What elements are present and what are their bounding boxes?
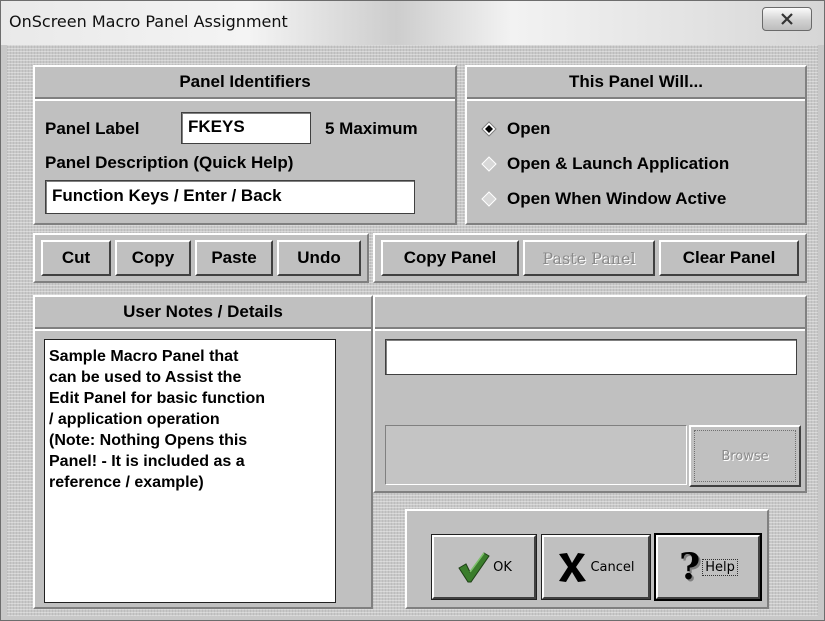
dialog-body: Panel Identifiers Panel Label FKEYS 5 Ma… xyxy=(7,45,818,616)
panel-description-input[interactable]: Function Keys / Enter / Back xyxy=(45,180,415,214)
notes-line: / application operation xyxy=(49,411,220,428)
panel-behavior-group: This Panel Will... Open Open & Launch Ap… xyxy=(465,65,807,225)
panel-identifiers-header: Panel Identifiers xyxy=(35,67,455,99)
panel-behavior-header: This Panel Will... xyxy=(467,67,805,99)
cancel-button[interactable]: Cancel xyxy=(541,534,651,600)
max-length-note: 5 Maximum xyxy=(325,119,418,138)
radio-open-when-active[interactable]: Open When Window Active xyxy=(481,189,726,209)
notes-line: can be used to Assist the xyxy=(49,369,242,386)
dialog-window: OnScreen Macro Panel Assignment Panel Id… xyxy=(0,0,825,621)
copy-panel-button[interactable]: Copy Panel xyxy=(381,240,519,276)
cut-button[interactable]: Cut xyxy=(41,240,111,276)
launch-settings-group: Browse xyxy=(373,295,807,493)
undo-button[interactable]: Undo xyxy=(277,240,361,276)
help-button[interactable]: ? Help xyxy=(654,533,762,601)
radio-open-label: Open xyxy=(507,119,551,138)
user-notes-group: User Notes / Details Sample Macro Panel … xyxy=(33,295,373,609)
radio-open-launch-label: Open & Launch Application xyxy=(507,154,730,173)
notes-line: Panel! - It is included as a xyxy=(49,453,245,470)
user-notes-header: User Notes / Details xyxy=(35,297,371,329)
cancel-x-icon xyxy=(559,553,587,582)
ok-button[interactable]: OK xyxy=(431,534,537,600)
user-notes-textarea[interactable]: Sample Macro Panel that can be used to A… xyxy=(44,339,336,603)
application-path-input[interactable] xyxy=(385,339,797,375)
panel-identifiers-group: Panel Identifiers Panel Label FKEYS 5 Ma… xyxy=(33,65,457,225)
close-button[interactable] xyxy=(762,7,812,31)
clear-panel-button[interactable]: Clear Panel xyxy=(659,240,799,276)
ok-label: OK xyxy=(493,559,512,575)
browse-button[interactable]: Browse xyxy=(689,425,801,487)
radio-open[interactable]: Open xyxy=(481,119,550,139)
checkmark-icon xyxy=(458,552,490,583)
help-label: Help xyxy=(702,558,738,576)
close-icon xyxy=(781,13,793,25)
panel-description-caption: Panel Description (Quick Help) xyxy=(45,153,294,172)
edit-button-group: Cut Copy Paste Undo xyxy=(33,233,369,283)
paste-panel-button[interactable]: Paste Panel xyxy=(523,240,655,276)
notes-line: reference / example) xyxy=(49,474,204,491)
radio-open-when-active-label: Open When Window Active xyxy=(507,189,727,208)
panel-button-group: Copy Panel Paste Panel Clear Panel xyxy=(373,233,807,283)
notes-line: Edit Panel for basic function xyxy=(49,390,266,407)
notes-line: Sample Macro Panel that xyxy=(49,348,239,365)
radio-selected-icon xyxy=(481,121,497,137)
cancel-label: Cancel xyxy=(590,559,635,575)
notes-line: (Note: Nothing Opens this xyxy=(49,432,248,449)
panel-label-caption: Panel Label xyxy=(45,119,140,138)
title-bar: OnScreen Macro Panel Assignment xyxy=(1,1,824,45)
radio-open-launch[interactable]: Open & Launch Application xyxy=(481,154,729,174)
paste-button[interactable]: Paste xyxy=(195,240,273,276)
window-title-display xyxy=(385,425,687,485)
panel-label-input[interactable]: FKEYS xyxy=(181,112,311,144)
launch-settings-header xyxy=(375,297,805,329)
window-title: OnScreen Macro Panel Assignment xyxy=(9,12,288,31)
copy-button[interactable]: Copy xyxy=(115,240,191,276)
radio-unselected-icon xyxy=(481,191,497,207)
question-mark-icon: ? xyxy=(679,546,701,588)
radio-unselected-icon xyxy=(481,156,497,172)
